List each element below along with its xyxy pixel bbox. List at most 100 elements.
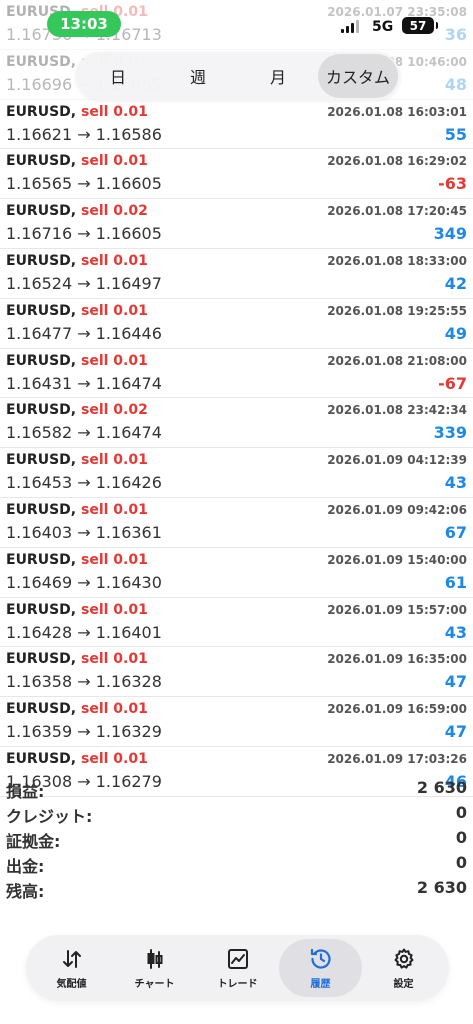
trade-prices: 1.16469 → 1.16430 [6,572,162,592]
trade-profit: 43 [444,473,467,493]
trade-symbol: EURUSD, [6,203,77,220]
trade-history-list[interactable]: EURUSD, sell 0.012026.01.07 23:35:081.16… [0,0,473,797]
trade-row[interactable]: EURUSD, sell 0.02 2026.01.08 17:20:45 1.16… [0,199,473,249]
cellular-signal-icon [341,20,359,33]
trade-row[interactable]: EURUSD, sell 0.01 2026.01.08 16:29:02 1.16… [0,149,473,200]
trade-profit: 48 [444,74,467,94]
trade-side: sell 0.01 [80,601,148,618]
summary-balance-row: 残高: 2 630 [0,875,473,901]
trade-symbol-line: EURUSD, sell 0.01 [6,303,148,319]
bottom-navigation: 気配値 チャート トレード 履歴 設定 [26,935,449,1001]
trade-row[interactable]: EURUSD, sell 0.02 2026.01.08 23:42:34 1.16… [0,398,473,449]
trade-prices: 1.16358 → 1.16328 [6,672,162,692]
trade-symbol: EURUSD, [6,153,77,170]
nav-settings[interactable]: 設定 [362,939,445,997]
trade-symbol: EURUSD, [6,302,77,319]
trade-symbol: EURUSD, [6,53,77,70]
trade-row[interactable]: EURUSD, sell 0.01 2026.01.08 19:25:55 1.16… [0,299,473,349]
nav-label: 気配値 [56,978,87,990]
trade-profit: 61 [444,572,467,592]
candlestick-icon [147,948,162,969]
trade-symbol: EURUSD, [6,252,77,269]
nav-chart[interactable]: チャート [113,939,196,997]
trade-side: sell 0.01 [80,302,148,319]
trade-prices: 1.16582 → 1.16474 [6,423,162,443]
trade-symbol: EURUSD, [6,651,77,668]
trade-close-time: 2026.01.09 15:57:00 [327,602,467,617]
trade-profit: -67 [438,373,467,393]
account-summary: 損益: 2 630 クレジット: 0 証拠金: 0 出金: 0 残高: 2 63… [0,775,473,901]
trade-prices: 1.16524 → 1.16497 [6,273,162,293]
nav-trade[interactable]: トレード [196,939,279,997]
trade-row[interactable]: EURUSD, sell 0.01 2026.01.09 04:12:39 1.16… [0,448,473,498]
trade-close-time: 2026.01.08 18:33:00 [327,253,467,268]
trade-close-time: 2026.01.08 16:29:02 [327,154,467,169]
trade-profit: 67 [444,522,467,542]
trade-symbol-line: EURUSD, sell 0.01 [6,353,148,369]
trade-symbol: EURUSD, [6,452,77,469]
trade-close-time: 2026.01.08 19:25:55 [327,303,467,318]
summary-value: 0 [455,853,467,872]
trade-symbol: EURUSD, [6,601,77,618]
trade-close-time: 2026.01.08 21:08:00 [327,353,467,368]
trade-prices: 1.16428 → 1.16401 [6,622,162,642]
trade-symbol: EURUSD, [6,701,77,718]
trade-side: sell 0.01 [80,352,148,369]
trade-close-time: 2026.01.09 17:03:26 [327,751,467,766]
trade-row[interactable]: EURUSD, sell 0.01 2026.01.09 15:40:00 1.16… [0,548,473,598]
trade-row[interactable]: EURUSD, sell 0.01 2026.01.09 16:59:00 1.16… [0,697,473,747]
nav-history[interactable]: 履歴 [279,939,362,997]
trade-side: sell 0.02 [80,203,148,220]
trade-side: sell 0.01 [80,252,148,269]
trade-row[interactable]: EURUSD, sell 0.01 2026.01.09 15:57:00 1.16… [0,598,473,648]
trade-symbol-line: EURUSD, sell 0.01 [6,751,148,767]
trade-profit: -63 [438,174,467,194]
trade-prices: 1.16403 → 1.16361 [6,522,162,542]
trade-symbol: EURUSD, [6,103,77,120]
nav-quotes[interactable]: 気配値 [30,939,113,997]
trade-symbol-line: EURUSD, sell 0.01 [6,253,148,269]
trade-symbol: EURUSD, [6,501,77,518]
trade-symbol-line: EURUSD, sell 0.01 [6,701,148,717]
history-icon [310,948,331,969]
filter-week-tab[interactable]: 週 [158,54,238,98]
gear-icon [394,948,413,969]
trade-side: sell 0.01 [80,103,148,120]
trade-row[interactable]: EURUSD, sell 0.01 2026.01.08 18:33:00 1.16… [0,249,473,299]
trade-close-time: 2026.01.08 16:03:01 [327,104,467,119]
trade-symbol: EURUSD, [6,352,77,369]
trade-prices: 1.16453 → 1.16426 [6,473,162,493]
nav-label: トレード [217,978,258,990]
trade-profit: 55 [444,124,467,144]
trade-close-time: 2026.01.09 15:40:00 [327,552,467,567]
filter-month-tab[interactable]: 月 [238,54,318,98]
summary-label: 残高: [6,882,45,901]
filter-custom-tab[interactable]: カスタム [318,54,398,98]
trade-profit: 339 [433,423,467,443]
summary-value: 2 630 [416,878,467,897]
trade-prices: 1.16565 → 1.16605 [6,174,162,194]
battery-level: 57 [409,18,427,33]
trade-symbol-line: EURUSD, sell 0.01 [6,104,148,120]
filter-day-tab[interactable]: 日 [78,54,158,98]
trade-row[interactable]: EURUSD, sell 0.01 2026.01.08 16:03:01 1.16… [0,100,473,150]
summary-withdrawal-row: 出金: 0 [0,850,473,876]
arrows-updown-icon [62,949,81,968]
summary-profit-row: 損益: 2 630 [0,775,473,801]
trade-symbol-line: EURUSD, sell 0.02 [6,402,148,418]
trade-symbol: EURUSD, [6,402,77,419]
network-type: 5G [372,19,394,35]
trade-chart-icon [227,948,248,969]
trade-symbol: EURUSD, [6,750,77,767]
trade-row[interactable]: EURUSD, sell 0.01 2026.01.09 09:42:06 1.16… [0,498,473,548]
trade-symbol: EURUSD, [6,551,77,568]
summary-label: 出金: [6,857,45,876]
trade-symbol-line: EURUSD, sell 0.01 [6,602,148,618]
nav-label: 設定 [393,978,414,990]
status-time: 13:03 [47,11,121,37]
trade-side: sell 0.01 [80,153,148,170]
trade-row[interactable]: EURUSD, sell 0.01 2026.01.09 16:35:00 1.16… [0,647,473,698]
nav-label: 履歴 [310,978,331,990]
trade-row[interactable]: EURUSD, sell 0.01 2026.01.08 21:08:00 1.16… [0,349,473,399]
trade-symbol-line: EURUSD, sell 0.02 [6,203,148,219]
